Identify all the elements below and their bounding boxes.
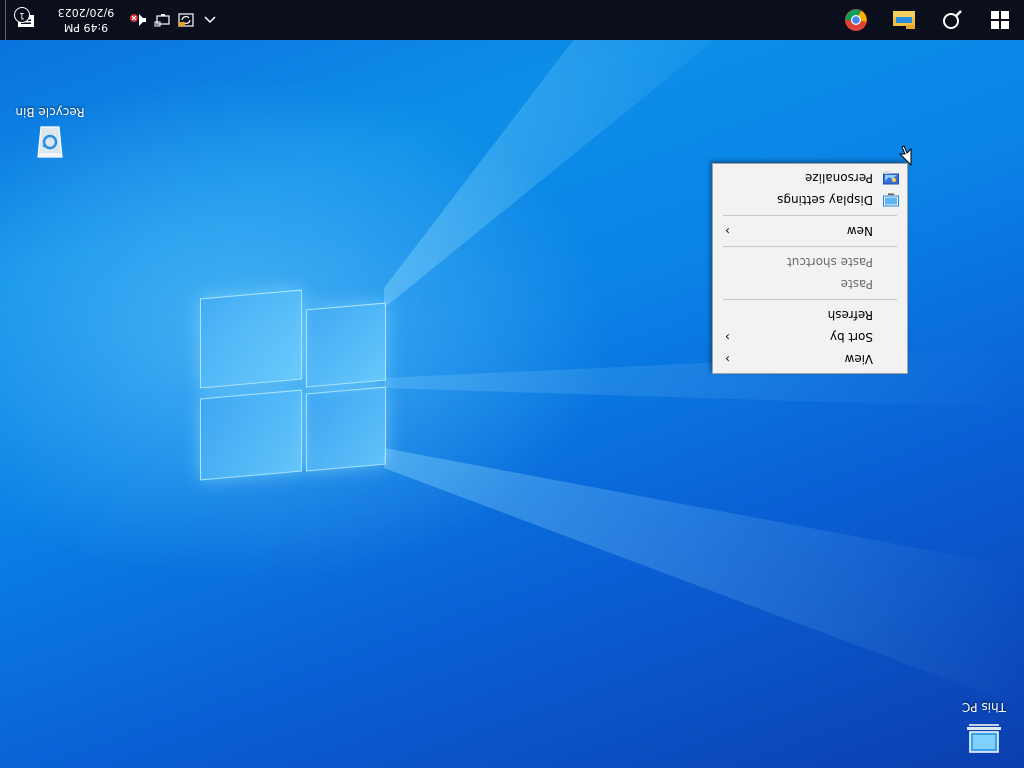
logo-pane [200, 289, 302, 389]
folder-icon [893, 11, 915, 29]
logo-pane [306, 302, 386, 388]
menu-item-new[interactable]: New › [713, 220, 907, 242]
volume-muted-icon [130, 14, 146, 26]
file-explorer-button[interactable] [880, 0, 928, 40]
personalize-icon [883, 171, 899, 185]
menu-item-label: View [844, 352, 873, 366]
menu-item-label: Sort by [829, 330, 873, 344]
windows-start-icon [991, 11, 1009, 29]
windows-logo-wallpaper [200, 289, 386, 481]
menu-item-sort-by[interactable]: Sort by › [713, 326, 907, 348]
menu-item-refresh[interactable]: Refresh [713, 304, 907, 326]
menu-item-label: Display settings [777, 193, 873, 207]
menu-item-label: Refresh [827, 308, 873, 322]
clock-date: 9/20/2023 [57, 6, 115, 19]
search-icon [943, 10, 962, 29]
desktop-screen: This PC Recycle Bin View › Sort by › Ref… [0, 0, 1024, 768]
menu-item-label: Paste shortcut [787, 255, 873, 269]
show-hidden-icons-button[interactable] [198, 0, 222, 40]
clock-time: 9:49 PM [63, 21, 109, 34]
menu-separator [723, 299, 897, 300]
menu-item-label: Paste [840, 277, 873, 291]
menu-separator [723, 246, 897, 247]
mouse-cursor-icon [898, 145, 912, 166]
taskbar-clock[interactable]: 9:49 PM 9/20/2023 [46, 5, 126, 35]
desktop-icon-label: This PC [962, 700, 1006, 714]
display-settings-icon [883, 193, 899, 207]
taskbar: 9:49 PM 9/20/2023 1 [0, 0, 1024, 40]
chrome-button[interactable] [832, 0, 880, 40]
menu-item-view[interactable]: View › [713, 348, 907, 370]
tray-network-button[interactable] [150, 0, 174, 40]
recycle-bin-icon [29, 123, 71, 165]
system-tray: 9:49 PM 9/20/2023 1 [0, 0, 222, 40]
this-pc-icon [963, 718, 1005, 760]
chevron-right-icon: › [725, 352, 730, 366]
desktop-icon-recycle-bin[interactable]: Recycle Bin [12, 105, 88, 165]
tray-volume-button[interactable] [126, 0, 150, 40]
menu-item-label: New [846, 224, 873, 238]
menu-item-paste-shortcut[interactable]: Paste shortcut [713, 251, 907, 273]
chevron-right-icon: › [725, 330, 730, 344]
menu-item-paste[interactable]: Paste [713, 273, 907, 295]
chevron-right-icon: › [725, 224, 730, 238]
wallpaper [0, 0, 1024, 768]
tray-sync-button[interactable] [174, 0, 198, 40]
notification-count-badge: 1 [14, 7, 30, 23]
chevron-up-icon [204, 16, 216, 24]
menu-item-personalize[interactable]: Personalize [713, 167, 907, 189]
logo-pane [200, 389, 302, 481]
menu-separator [723, 215, 897, 216]
chrome-icon [845, 9, 867, 31]
start-button[interactable] [976, 0, 1024, 40]
sync-icon [178, 13, 194, 27]
desktop-icon-label: Recycle Bin [15, 105, 85, 119]
menu-item-display-settings[interactable]: Display settings [713, 189, 907, 211]
desktop-context-menu: View › Sort by › Refresh Paste Paste sho… [712, 163, 908, 374]
desktop-icon-this-pc[interactable]: This PC [946, 700, 1022, 760]
menu-item-label: Personalize [804, 171, 873, 185]
search-button[interactable] [928, 0, 976, 40]
action-center-button[interactable]: 1 [6, 0, 46, 40]
logo-pane [306, 386, 386, 472]
network-icon [154, 14, 170, 27]
